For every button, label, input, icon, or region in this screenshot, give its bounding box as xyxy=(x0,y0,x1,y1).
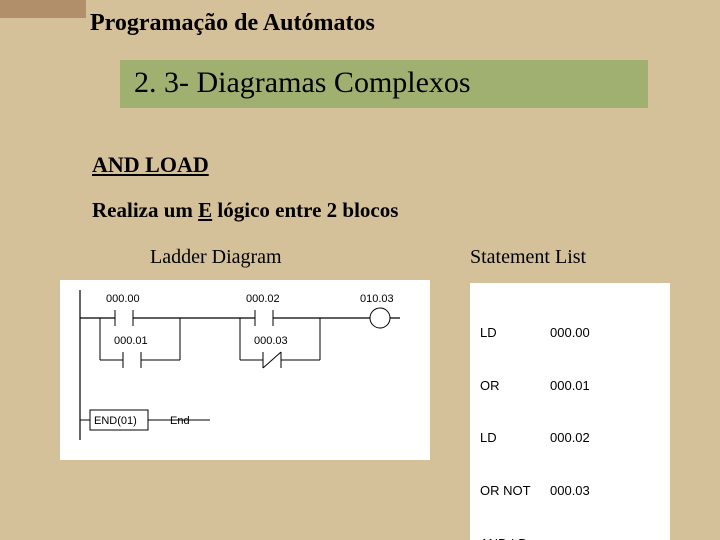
page-title: Programação de Autómatos xyxy=(90,10,375,37)
contact-no-3: 000.02 xyxy=(246,293,280,326)
desc-suffix: lógico entre 2 blocos xyxy=(212,198,398,222)
list-item: LD000.00 xyxy=(480,324,660,342)
addr-out: 010.03 xyxy=(360,293,394,305)
section-banner: 2. 3- Diagramas Complexos xyxy=(120,60,648,108)
addr-bot1: 000.01 xyxy=(114,335,148,347)
ladder-diagram: 000.00 000.01 000.02 xyxy=(60,280,430,460)
addr-top1: 000.00 xyxy=(106,293,140,305)
statement-list: LD000.00 OR000.01 LD000.02 OR NOT000.03 … xyxy=(470,283,670,540)
desc-logic-letter: E xyxy=(198,198,212,222)
slide: Programação de Autómatos 2. 3- Diagramas… xyxy=(0,0,720,540)
contact-no-1: 000.00 xyxy=(106,293,140,326)
desc-prefix: Realiza um xyxy=(92,198,198,222)
list-item: OR NOT000.03 xyxy=(480,482,660,500)
stlist-heading: Statement List xyxy=(470,246,586,269)
addr-top2: 000.02 xyxy=(246,293,280,305)
contact-no-2: 000.01 xyxy=(114,335,148,368)
output-coil: 010.03 xyxy=(360,293,394,328)
decorative-strip xyxy=(0,0,86,18)
list-item: OR000.01 xyxy=(480,377,660,395)
topic-description: Realiza um E lógico entre 2 blocos xyxy=(92,198,398,223)
list-item: AND LD xyxy=(480,535,660,540)
end-label: End xyxy=(170,415,190,427)
end-op: END(01) xyxy=(94,415,137,427)
contact-nc-1: 000.03 xyxy=(254,335,288,368)
topic-heading: AND LOAD xyxy=(92,152,209,178)
addr-bot2: 000.03 xyxy=(254,335,288,347)
list-item: LD000.02 xyxy=(480,429,660,447)
ladder-heading: Ladder Diagram xyxy=(150,246,282,269)
